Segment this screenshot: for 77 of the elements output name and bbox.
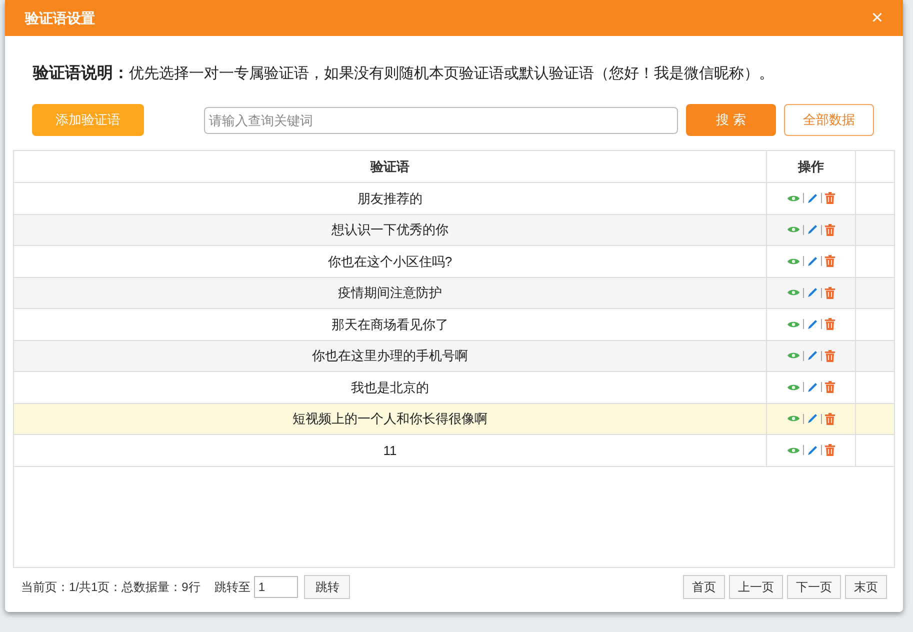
table-row[interactable]: 你也在这个小区住吗? (14, 246, 894, 278)
table-row[interactable]: 你也在这里办理的手机号啊 (14, 340, 894, 372)
pagination-button[interactable]: 首页 (683, 575, 725, 599)
separator (821, 350, 822, 361)
page-number-field[interactable]: 1 (254, 576, 298, 598)
table-row[interactable]: 短视频上的一个人和你长得很像啊 (14, 404, 894, 435)
table-cell-text: 你也在这里办理的手机号啊 (312, 347, 468, 365)
separator (803, 319, 804, 330)
table-cell-text: 你也在这个小区住吗? (328, 252, 452, 270)
table-cell-text: 朋友推荐的 (358, 190, 422, 208)
trash-icon[interactable] (825, 412, 835, 425)
table-row[interactable]: 11 (14, 435, 894, 466)
separator (821, 319, 822, 330)
table-row[interactable]: 想认识一下优秀的你 (14, 214, 894, 246)
column-header: 操作 (767, 151, 856, 182)
table-row[interactable]: 朋友推荐的 (14, 183, 894, 214)
separator (803, 256, 804, 266)
eye-icon[interactable] (787, 351, 800, 360)
eye-icon[interactable] (787, 225, 800, 234)
separator (821, 288, 822, 298)
pagination-button[interactable]: 上一页 (729, 575, 783, 599)
eye-icon[interactable] (787, 414, 800, 424)
separator (803, 445, 804, 456)
table-cell-text: 疫情期间注意防护 (338, 284, 442, 302)
separator (803, 382, 804, 392)
eye-icon[interactable] (787, 288, 800, 298)
table-row[interactable]: 疫情期间注意防护 (14, 278, 894, 309)
description-text: 优先选择一对一专属验证语，如果没有则随机本页验证语或默认验证语（您好！我是微信昵称）。 (129, 64, 774, 84)
separator (821, 445, 822, 456)
separator (803, 350, 804, 361)
description-label: 验证语说明： (33, 64, 129, 84)
trash-icon[interactable] (825, 255, 835, 268)
trash-icon[interactable] (825, 224, 835, 236)
table-cell-text: 想认识一下优秀的你 (332, 221, 448, 239)
eye-icon[interactable] (787, 256, 800, 266)
jump-button[interactable]: 跳转 (304, 575, 350, 599)
separator (821, 382, 822, 392)
pagination-button[interactable]: 末页 (845, 575, 887, 599)
trash-icon[interactable] (825, 286, 835, 299)
trash-icon[interactable] (825, 444, 835, 456)
eye-icon[interactable] (787, 446, 800, 455)
trash-icon[interactable] (825, 192, 835, 204)
jump-label: 跳转至 (214, 579, 250, 596)
dialog-title: 验证语设置 (25, 8, 95, 28)
trash-icon[interactable] (825, 350, 835, 362)
separator (803, 288, 804, 298)
page-info: 当前页：1/共1页：总数据量：9行 (21, 579, 200, 596)
separator (803, 224, 804, 235)
trash-icon[interactable] (825, 381, 835, 394)
table-cell-text: 我也是北京的 (351, 378, 429, 396)
pencil-icon[interactable] (807, 318, 818, 330)
separator (821, 414, 822, 424)
pencil-icon[interactable] (807, 192, 818, 204)
table-row[interactable]: 那天在商场看见你了 (14, 309, 894, 340)
separator (821, 256, 822, 266)
pagination-button[interactable]: 下一页 (787, 575, 841, 599)
pencil-icon[interactable] (807, 444, 818, 456)
search-field[interactable]: 请输入查询关键词 (204, 106, 678, 134)
table-cell-text: 那天在商场看见你了 (332, 316, 448, 334)
table-cell-text: 短视频上的一个人和你长得很像啊 (292, 410, 488, 428)
pencil-icon[interactable] (807, 350, 818, 362)
trash-icon[interactable] (825, 318, 835, 330)
separator (821, 224, 822, 235)
pencil-icon[interactable] (807, 224, 818, 236)
table-row[interactable]: 我也是北京的 (14, 372, 894, 404)
pencil-icon[interactable] (807, 287, 818, 298)
eye-icon[interactable] (787, 320, 800, 329)
eye-icon[interactable] (787, 382, 800, 392)
separator (803, 414, 804, 424)
pencil-icon[interactable] (807, 382, 818, 393)
pencil-icon[interactable] (807, 256, 818, 267)
separator (821, 193, 822, 204)
table-cell-text: 11 (383, 442, 397, 460)
separator (803, 193, 804, 204)
pencil-icon[interactable] (807, 413, 818, 424)
eye-icon[interactable] (787, 194, 800, 203)
column-header: 验证语 (14, 151, 767, 182)
